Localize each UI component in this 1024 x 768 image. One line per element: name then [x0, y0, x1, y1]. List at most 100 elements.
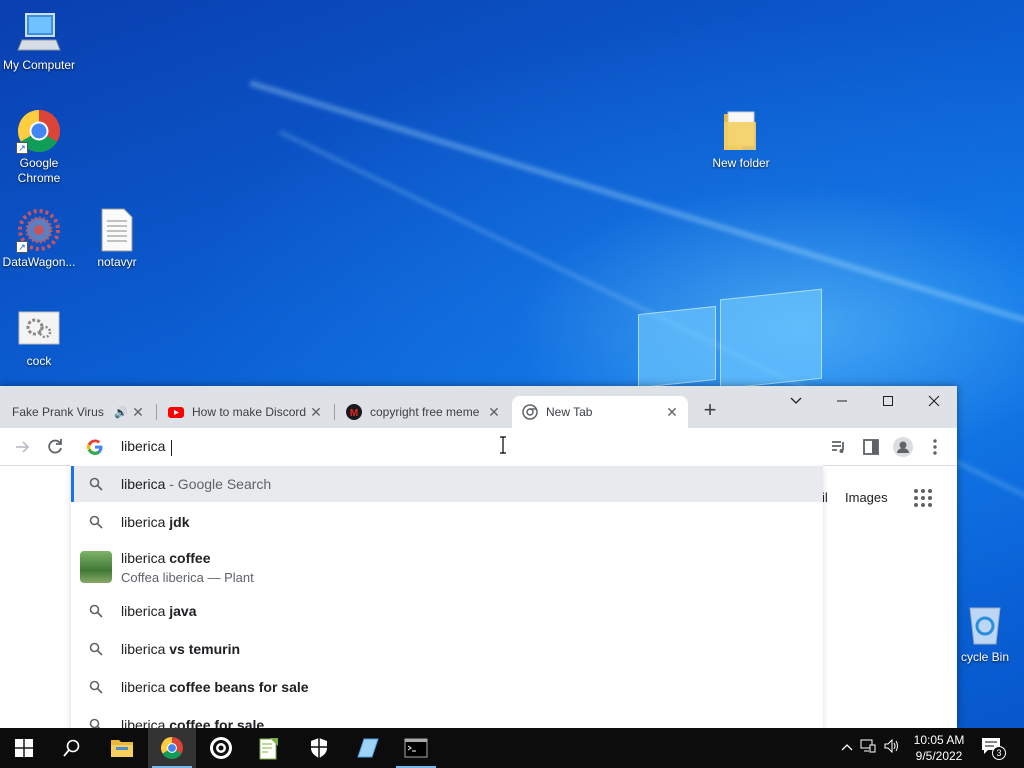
target-icon [210, 737, 232, 759]
desktop-icon-google-chrome[interactable]: ↗ Google Chrome [0, 108, 78, 186]
desktop-icon-label: My Computer [2, 58, 76, 72]
eraser-icon [357, 738, 379, 758]
profile-button[interactable] [893, 437, 913, 457]
suggestion-item[interactable]: liberica java [71, 592, 823, 630]
taskbar-clock[interactable]: 10:05 AM 9/5/2022 [906, 732, 972, 764]
media-controls-button[interactable] [829, 437, 849, 457]
chrome-menu-button[interactable] [925, 437, 945, 457]
shortcut-arrow-icon: ↗ [16, 142, 28, 154]
suggestion-text: liberica [121, 717, 170, 728]
tab-close-icon[interactable]: ✕ [130, 404, 146, 421]
taskbar-app-eraser[interactable] [344, 728, 392, 768]
taskbar-command-prompt[interactable] [392, 728, 440, 768]
reload-button[interactable] [45, 437, 65, 457]
desktop-icon-datawagon[interactable]: ↗ DataWagon... [0, 207, 78, 270]
maximize-button[interactable] [865, 386, 911, 416]
desktop-icon-label: New folder [712, 156, 770, 170]
suggestion-completion: jdk [169, 514, 190, 530]
m-logo-icon: M [346, 404, 362, 420]
tab-close-icon[interactable]: ✕ [486, 404, 502, 421]
minimize-icon [837, 400, 847, 402]
text-caret [171, 439, 173, 456]
tab-strip: Fake Prank Virus 🔊 ✕ How to make Discord… [0, 386, 957, 428]
images-link[interactable]: Images [845, 490, 888, 505]
suggestion-item[interactable]: liberica coffee Coffea liberica — Plant [71, 542, 823, 592]
close-window-button[interactable] [911, 386, 957, 416]
tab-search-button[interactable] [773, 386, 819, 416]
desktop-icon-my-computer[interactable]: My Computer [0, 10, 78, 73]
clock-time: 10:05 AM [913, 733, 965, 747]
suggestion-text: liberica [121, 476, 166, 492]
desktop-icon-cock[interactable]: cock [0, 306, 78, 369]
desktop-icon-new-folder[interactable]: New folder [702, 108, 780, 171]
desktop-icon-notavyr[interactable]: notavyr [78, 207, 156, 270]
tab-new-tab[interactable]: New Tab ✕ [512, 396, 688, 428]
tab-close-icon[interactable]: ✕ [308, 404, 324, 421]
audio-playing-icon[interactable]: 🔊 [114, 406, 130, 419]
taskbar: 10:05 AM 9/5/2022 3 [0, 728, 1024, 768]
omnibox-suggestions-dropdown: liberica - Google Search liberica jdk li… [71, 466, 823, 728]
tab-copyright-free-meme[interactable]: M copyright free meme ✕ [338, 396, 510, 428]
chrome-icon [161, 737, 183, 759]
forward-arrow-icon [16, 441, 30, 453]
tab-how-to-make-discord[interactable]: How to make Discord ✕ [160, 396, 332, 428]
omnibox-input[interactable]: liberica [121, 438, 173, 456]
suggestion-text: liberica [121, 549, 170, 566]
shortcut-arrow-icon: ↗ [16, 241, 28, 253]
tab-title: Fake Prank Virus [12, 405, 104, 419]
tab-title: New Tab [546, 405, 593, 419]
shield-icon [311, 738, 327, 758]
volume-icon[interactable] [880, 738, 904, 758]
windows-logo-wallpaper [636, 288, 826, 390]
folder-icon [718, 108, 764, 154]
playlist-icon [832, 441, 844, 453]
search-icon [71, 515, 121, 529]
omnibox-value: liberica [121, 438, 170, 455]
tab-title: copyright free meme [370, 405, 480, 419]
suggestion-completion: coffee [169, 549, 211, 566]
suggestion-completion: java [169, 603, 197, 619]
google-apps-button[interactable] [913, 488, 933, 513]
tab-separator [156, 404, 157, 420]
show-hidden-icons-button[interactable] [838, 739, 856, 757]
tab-fake-prank-virus[interactable]: Fake Prank Virus 🔊 ✕ [0, 396, 154, 428]
forward-button[interactable] [12, 437, 32, 457]
minimize-button[interactable] [819, 386, 865, 416]
terminal-icon [404, 738, 428, 758]
side-panel-button[interactable] [861, 437, 881, 457]
desktop-icon-label: cycle Bin [960, 650, 1010, 664]
chrome-icon: ↗ [16, 108, 62, 154]
start-button[interactable] [0, 728, 48, 768]
notepad-plus-icon [259, 738, 278, 760]
suggestion-thumbnail [71, 551, 121, 583]
suggestion-item[interactable]: liberica - Google Search [71, 466, 823, 502]
new-tab-button[interactable]: + [698, 398, 722, 422]
chrome-window: Fake Prank Virus 🔊 ✕ How to make Discord… [0, 386, 957, 728]
taskbar-windows-security[interactable] [295, 728, 343, 768]
taskbar-file-explorer[interactable] [98, 728, 146, 768]
settings-file-icon [16, 306, 62, 352]
reload-icon [48, 439, 62, 454]
suggestion-text: liberica [121, 679, 170, 695]
desktop-icon-recycle-bin[interactable]: cycle Bin [946, 602, 1024, 665]
taskbar-app-notepad-plus[interactable] [245, 728, 293, 768]
desktop-icon-label: DataWagon... [2, 255, 76, 269]
search-icon [71, 604, 121, 618]
taskbar-search-button[interactable] [48, 728, 96, 768]
suggestion-item[interactable]: liberica coffee for sale [71, 706, 823, 728]
taskbar-chrome[interactable] [148, 728, 196, 768]
side-panel-icon [863, 439, 879, 455]
suggestion-item[interactable]: liberica vs temurin [71, 630, 823, 668]
omnibox[interactable]: liberica [71, 428, 823, 466]
kebab-menu-icon [933, 439, 937, 455]
network-icon[interactable] [856, 739, 880, 758]
desktop-icon-label: notavyr [97, 255, 137, 269]
system-tray [838, 728, 904, 768]
suggestion-item[interactable]: liberica jdk [71, 502, 823, 542]
suggestion-item[interactable]: liberica coffee beans for sale [71, 668, 823, 706]
action-center-button[interactable]: 3 [980, 736, 1008, 760]
tab-close-icon[interactable]: ✕ [664, 404, 680, 421]
tab-separator [334, 404, 335, 420]
taskbar-app-target[interactable] [197, 728, 245, 768]
suggestion-text: liberica [121, 514, 170, 530]
